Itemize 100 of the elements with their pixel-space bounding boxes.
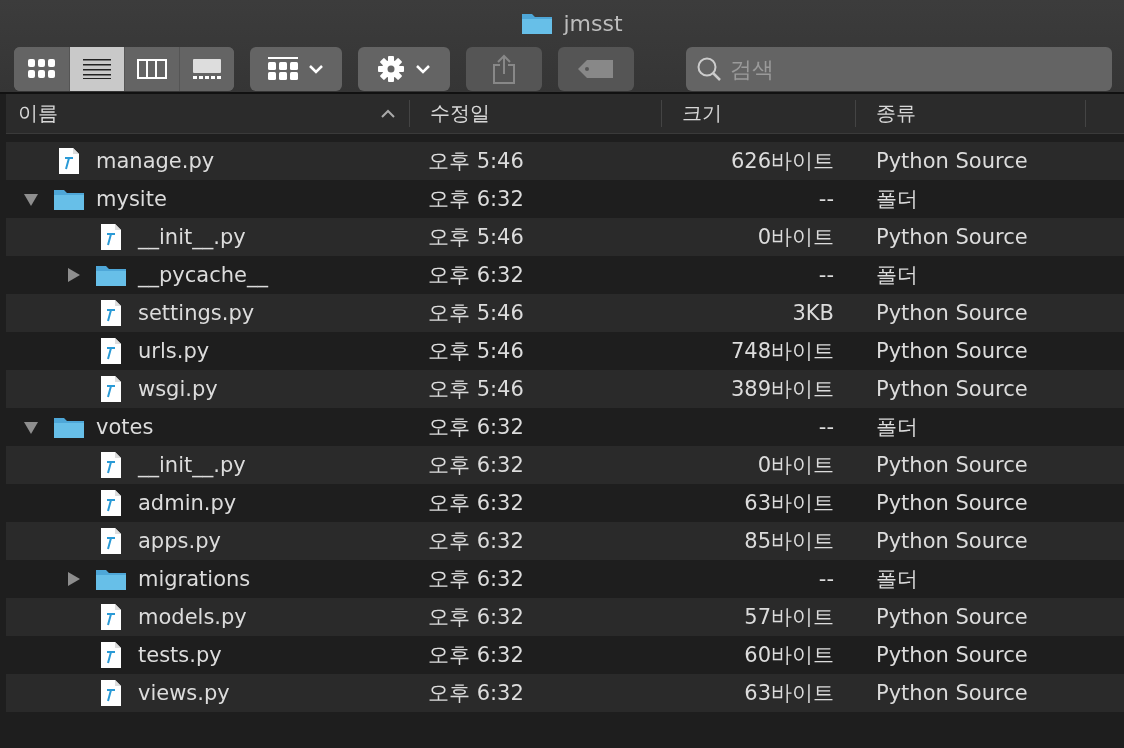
file-kind: Python Source	[875, 149, 1029, 173]
triangle-down-icon[interactable]	[23, 191, 39, 207]
group-button[interactable]	[250, 47, 342, 91]
file-kind: 폴더	[875, 262, 919, 289]
file-name[interactable]: __pycache__	[132, 263, 268, 287]
file-name[interactable]: wsgi.py	[132, 377, 218, 401]
modified-date: 오후 6:32	[427, 414, 525, 441]
file-name[interactable]: settings.py	[132, 301, 255, 325]
grid-icon	[268, 57, 298, 81]
triangle-down-icon[interactable]	[23, 419, 39, 435]
file-size: 626바이트	[729, 148, 835, 175]
python-file-icon	[58, 147, 80, 175]
python-file-icon	[100, 679, 122, 707]
file-name[interactable]: manage.py	[90, 149, 215, 173]
folder-icon	[95, 263, 127, 287]
file-name[interactable]: mysite	[90, 187, 167, 211]
column-header[interactable]: 이름	[6, 100, 410, 127]
python-file-icon	[100, 375, 122, 403]
modified-date: 오후 5:46	[427, 376, 525, 403]
file-size: --	[817, 263, 835, 287]
file-size: --	[817, 415, 835, 439]
triangle-right-icon[interactable]	[65, 571, 81, 587]
file-size: 3KB	[791, 301, 835, 325]
column-label: 이름	[18, 100, 58, 127]
modified-date: 오후 6:32	[427, 528, 525, 555]
column-view-icon	[137, 59, 167, 79]
file-name[interactable]: __init__.py	[132, 225, 246, 249]
file-kind: Python Source	[875, 225, 1029, 249]
column-header[interactable]: 종류	[856, 100, 1086, 127]
list-view-icon	[83, 59, 111, 79]
file-name[interactable]: admin.py	[132, 491, 237, 515]
file-name[interactable]: models.py	[132, 605, 247, 629]
modified-date: 오후 6:32	[427, 680, 525, 707]
file-size: 389바이트	[729, 376, 835, 403]
file-size: --	[817, 567, 835, 591]
file-kind: Python Source	[875, 681, 1029, 705]
file-name[interactable]: apps.py	[132, 529, 221, 553]
modified-date: 오후 5:46	[427, 148, 525, 175]
file-size: 85바이트	[743, 528, 835, 555]
python-file-icon	[100, 223, 122, 251]
column-header[interactable]: 수정일	[410, 100, 662, 127]
file-kind: Python Source	[875, 377, 1029, 401]
modified-date: 오후 6:32	[427, 452, 525, 479]
share-icon	[492, 54, 516, 84]
search-icon	[696, 56, 722, 82]
modified-date: 오후 5:46	[427, 224, 525, 251]
modified-date: 오후 6:32	[427, 262, 525, 289]
folder-icon	[53, 187, 85, 211]
python-file-icon	[100, 641, 122, 669]
action-button[interactable]	[358, 47, 450, 91]
modified-date: 오후 6:32	[427, 490, 525, 517]
triangle-right-icon[interactable]	[65, 267, 81, 283]
file-name[interactable]: tests.py	[132, 643, 222, 667]
chevron-down-icon	[308, 64, 324, 74]
file-size: 63바이트	[743, 680, 835, 707]
column-label: 종류	[876, 100, 916, 127]
file-size: 0바이트	[756, 224, 835, 251]
file-name[interactable]: urls.py	[132, 339, 210, 363]
chevron-down-icon	[415, 64, 431, 74]
column-label: 수정일	[430, 100, 490, 127]
file-kind: Python Source	[875, 529, 1029, 553]
python-file-icon	[100, 603, 122, 631]
file-name[interactable]: migrations	[132, 567, 251, 591]
python-file-icon	[100, 337, 122, 365]
python-file-icon	[100, 451, 122, 479]
file-kind: Python Source	[875, 339, 1029, 363]
file-size: 0바이트	[756, 452, 835, 479]
file-size: 748바이트	[729, 338, 835, 365]
tag-icon	[577, 59, 615, 79]
python-file-icon	[100, 299, 122, 327]
modified-date: 오후 6:32	[427, 604, 525, 631]
column-label: 크기	[682, 100, 722, 127]
file-size: 60바이트	[743, 642, 835, 669]
file-kind: 폴더	[875, 566, 919, 593]
file-name[interactable]: __init__.py	[132, 453, 246, 477]
modified-date: 오후 6:32	[427, 186, 525, 213]
view-mode-button[interactable]	[69, 47, 124, 91]
file-kind: 폴더	[875, 414, 919, 441]
file-kind: Python Source	[875, 453, 1029, 477]
file-kind: Python Source	[875, 605, 1029, 629]
file-kind: 폴더	[875, 186, 919, 213]
file-kind: Python Source	[875, 491, 1029, 515]
file-size: --	[817, 187, 835, 211]
modified-date: 오후 5:46	[427, 300, 525, 327]
folder-icon	[53, 415, 85, 439]
python-file-icon	[100, 489, 122, 517]
file-name[interactable]: views.py	[132, 681, 230, 705]
file-name[interactable]: votes	[90, 415, 154, 439]
folder-icon	[95, 567, 127, 591]
modified-date: 오후 5:46	[427, 338, 525, 365]
view-mode-button[interactable]	[179, 47, 234, 91]
file-kind: Python Source	[875, 301, 1029, 325]
modified-date: 오후 6:32	[427, 566, 525, 593]
sort-ascending-icon	[381, 109, 395, 118]
python-file-icon	[100, 527, 122, 555]
file-size: 63바이트	[743, 490, 835, 517]
column-header[interactable]: 크기	[662, 100, 856, 127]
icon-view-icon	[27, 59, 56, 79]
gallery-view-icon	[192, 58, 222, 80]
window-title: jmsst	[563, 10, 623, 36]
